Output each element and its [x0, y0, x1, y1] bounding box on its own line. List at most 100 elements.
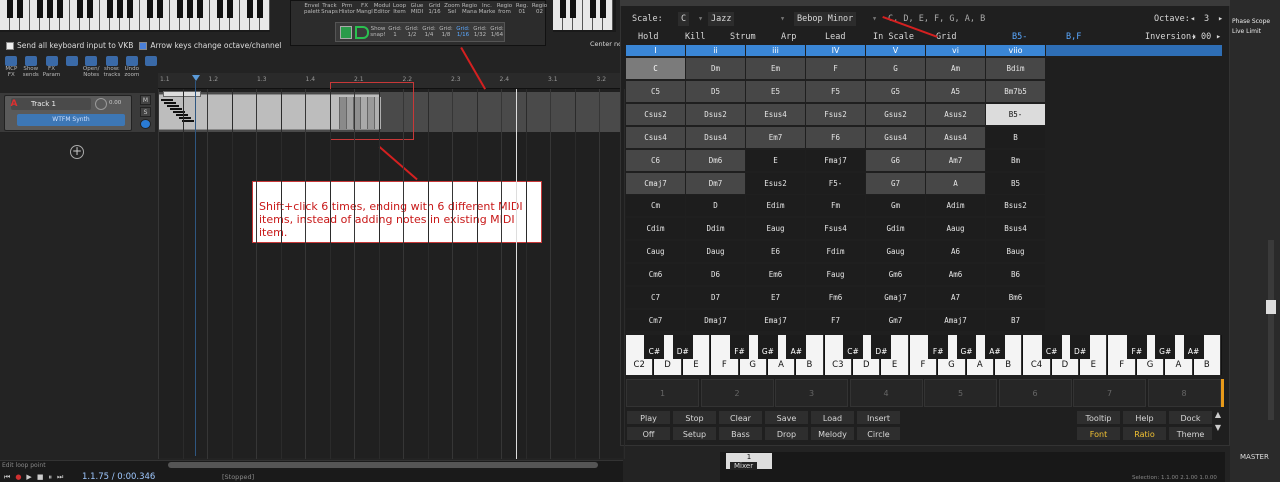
piano-black-key[interactable]: D#	[1070, 335, 1091, 359]
bass-button[interactable]: Bass	[718, 426, 763, 441]
toolbar-item[interactable]: Regio Mana	[461, 3, 479, 15]
chord-button[interactable]: Am	[926, 58, 985, 79]
chord-button[interactable]: B5-	[986, 103, 1045, 125]
play-button[interactable]: Play	[626, 410, 671, 425]
chord-button[interactable]: Baug	[986, 241, 1045, 263]
chord-button[interactable]: Gm	[866, 195, 925, 217]
chord-button[interactable]: Asus2	[926, 103, 985, 125]
toolbar-item[interactable]: Envel palett	[303, 3, 321, 15]
chord-button[interactable]: F5-	[806, 172, 865, 194]
chord-button[interactable]: A7	[926, 287, 985, 308]
vkb-black-key[interactable]	[107, 0, 113, 18]
stop-button[interactable]: Stop	[672, 410, 717, 425]
solo-button[interactable]: S	[140, 107, 151, 117]
volume-knob[interactable]	[95, 98, 107, 110]
scale-type-select[interactable]: Jazz	[708, 12, 735, 26]
chord-button[interactable]: Dm6	[686, 149, 745, 171]
toolbar-item[interactable]: Glue MIDI	[408, 3, 426, 15]
chord-button[interactable]: Gmaj7	[866, 287, 925, 308]
scroll-down-icon[interactable]: ▼	[1212, 423, 1224, 432]
virtual-keyboard-left[interactable]	[0, 0, 270, 32]
mode-select[interactable]: Bebop Minor	[794, 12, 857, 26]
toolbar-item[interactable]: Reg. 01	[513, 3, 531, 15]
chord-button[interactable]: Faug	[806, 264, 865, 286]
grid-option[interactable]: Show snap!	[370, 26, 386, 38]
degree-iii[interactable]: iii	[746, 45, 805, 56]
track-fx-button[interactable]: WTFM Synth	[17, 114, 125, 126]
chord-button[interactable]: Esus4	[746, 103, 805, 125]
left-tool-button[interactable]	[143, 56, 158, 74]
piano-black-key[interactable]: D#	[871, 335, 892, 359]
vkb-black-key[interactable]	[247, 0, 253, 18]
option-arp[interactable]: Arp	[781, 32, 796, 42]
chord-button[interactable]: B6	[986, 264, 1045, 286]
vkb-black-key[interactable]	[7, 0, 13, 18]
snap-icon[interactable]	[355, 26, 369, 39]
chord-button[interactable]: A6	[926, 241, 985, 263]
vkb-black-key[interactable]	[570, 0, 576, 18]
left-tool-button[interactable]: Undo zoom	[124, 56, 139, 78]
chord-button[interactable]: Fsus4	[806, 218, 865, 240]
chord-button[interactable]: B5	[986, 172, 1045, 194]
chord-button[interactable]: Ddim	[686, 218, 745, 240]
pad-slot[interactable]: 6	[998, 379, 1072, 407]
horizontal-scrollbar[interactable]	[168, 462, 598, 468]
record-arm-button[interactable]: A	[7, 98, 21, 110]
chord-button[interactable]: Fsus2	[806, 103, 865, 125]
chord-button[interactable]: D7	[686, 287, 745, 308]
scroll-up-icon[interactable]: ▲	[1212, 410, 1224, 419]
chord-button[interactable]: Bm7b5	[986, 80, 1045, 102]
piano-black-key[interactable]: C#	[1041, 335, 1062, 359]
vkb-black-key[interactable]	[17, 0, 23, 18]
chord-button[interactable]: G5	[866, 80, 925, 102]
chord-button[interactable]: Bm	[986, 149, 1045, 171]
chord-button[interactable]: Emaj7	[746, 309, 805, 331]
chord-button[interactable]: Asus4	[926, 126, 985, 148]
piano-black-key[interactable]: F#	[1126, 335, 1147, 359]
chord-button[interactable]: E	[746, 149, 805, 171]
send-keyboard-checkbox[interactable]: Send all keyboard input to VKB	[6, 41, 133, 50]
option-strum[interactable]: Strum	[730, 32, 756, 42]
virtual-keyboard-right[interactable]	[553, 0, 616, 32]
vkb-black-key[interactable]	[177, 0, 183, 18]
chord-button[interactable]: Dmaj7	[686, 309, 745, 331]
inversion-up-icon[interactable]: ▸	[1216, 32, 1221, 42]
grid-option[interactable]: Grid: 1/2	[404, 26, 420, 38]
dock-button[interactable]: Dock	[1168, 410, 1213, 425]
root-dropdown-icon[interactable]: ▾	[698, 12, 703, 26]
left-tool-button[interactable]: Show sends	[23, 56, 39, 78]
vkb-black-key[interactable]	[590, 0, 596, 18]
record-icon[interactable]: ●	[15, 473, 21, 482]
theme-button[interactable]: Theme	[1168, 426, 1213, 441]
vkb-black-key[interactable]	[57, 0, 63, 18]
chord-button[interactable]: Aaug	[926, 218, 985, 240]
inversion-down-icon[interactable]: ◂	[1191, 32, 1196, 42]
chord-button[interactable]: G7	[866, 172, 925, 194]
vkb-black-key[interactable]	[157, 0, 163, 18]
vkb-black-key[interactable]	[227, 0, 233, 18]
chord-button[interactable]: F5	[806, 80, 865, 102]
chord-button[interactable]: C	[626, 58, 685, 79]
chord-button[interactable]: E6	[746, 241, 805, 263]
degree-V[interactable]: V	[866, 45, 925, 56]
chord-button[interactable]: E5	[746, 80, 805, 102]
chord-button[interactable]: Bsus4	[986, 218, 1045, 240]
chord-button[interactable]: A5	[926, 80, 985, 102]
piano-black-key[interactable]: A#	[985, 335, 1005, 359]
vkb-black-key[interactable]	[197, 0, 203, 18]
degree-IV[interactable]: IV	[806, 45, 865, 56]
octave-down-icon[interactable]: ◂	[1190, 12, 1195, 26]
pad-slot[interactable]: 4	[849, 379, 923, 407]
master-fader[interactable]	[1266, 300, 1276, 314]
piano-black-key[interactable]: F#	[928, 335, 949, 359]
vkb-black-key[interactable]	[87, 0, 93, 18]
insert-button[interactable]: Insert	[856, 410, 901, 425]
chord-button[interactable]: G6	[866, 149, 925, 171]
chord-button[interactable]: D6	[686, 264, 745, 286]
chord-button[interactable]: Bdim	[986, 58, 1045, 79]
circle-button[interactable]: Circle	[856, 426, 901, 441]
piano-black-key[interactable]: G#	[956, 335, 977, 359]
piano-black-key[interactable]: A#	[1183, 335, 1204, 359]
grid-option[interactable]: Grid: 1/16	[455, 26, 471, 38]
chord-button[interactable]: Caug	[626, 241, 685, 263]
